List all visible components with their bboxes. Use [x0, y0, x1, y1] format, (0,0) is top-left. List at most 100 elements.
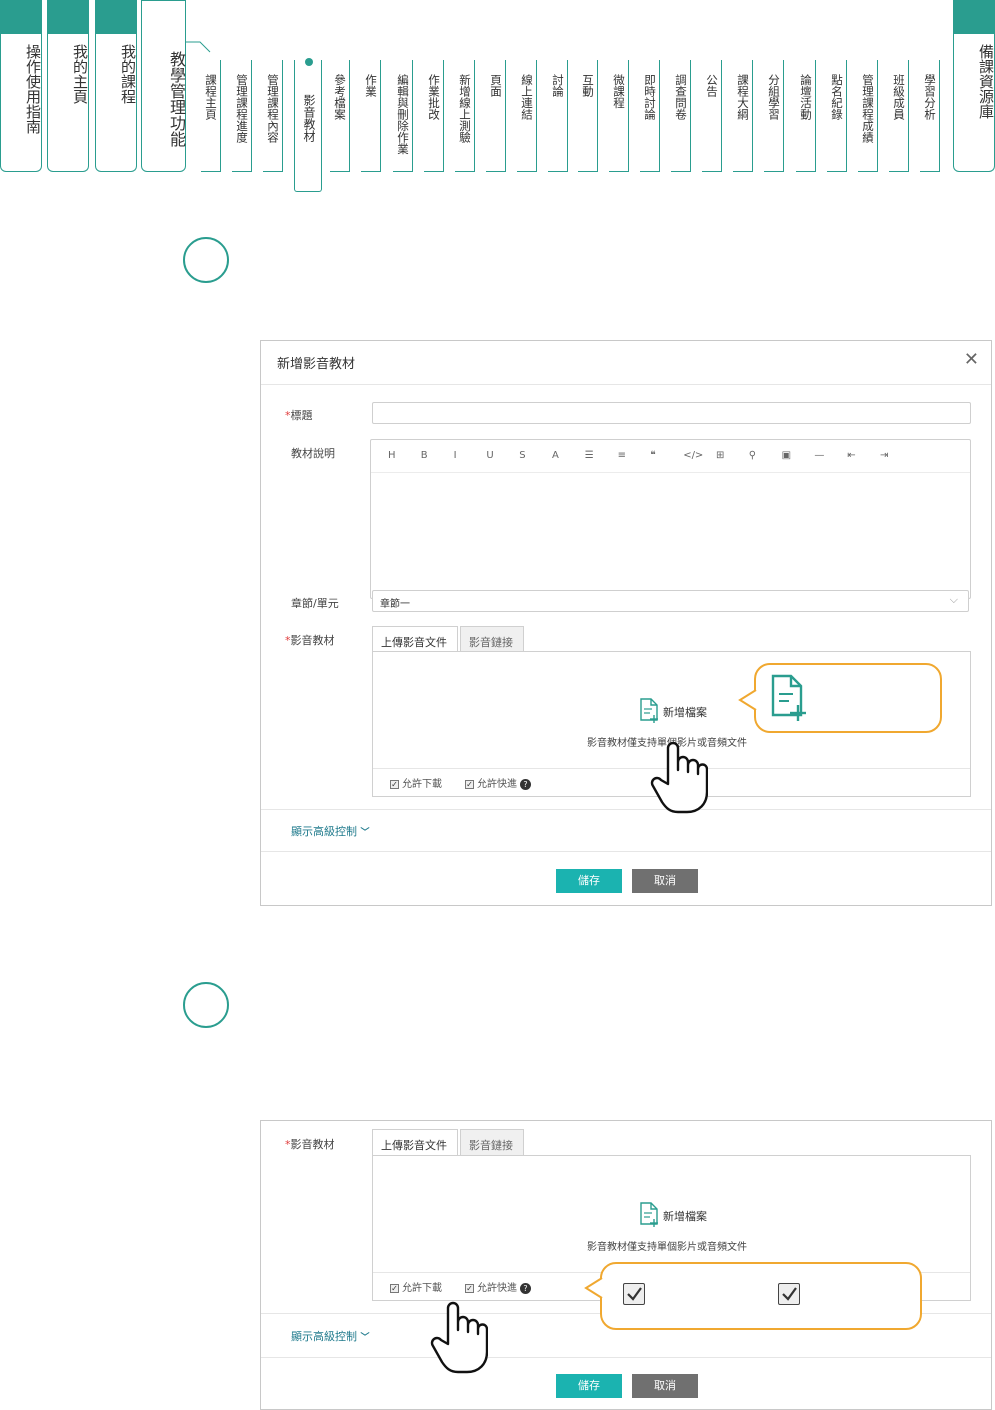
main-tab-guide[interactable]: 操作使用指南	[0, 0, 42, 172]
active-indicator-dot	[305, 58, 313, 66]
allow-download-checkbox[interactable]: ✓ 允許下載	[390, 775, 442, 790]
sub-tab-1[interactable]: 管理課程進度	[232, 60, 252, 172]
tab-label: 我的主頁	[48, 44, 89, 104]
toolbar-button-9[interactable]: </>	[683, 450, 703, 461]
sub-tab-label: 學習分析	[923, 74, 937, 120]
step-circle-2	[183, 982, 229, 1028]
allow-fastforward-checkbox[interactable]: ✓ 允許快進?	[465, 1279, 531, 1294]
chapter-select[interactable]: 章節一 ⌵	[372, 590, 969, 612]
callout-pointer	[584, 1277, 603, 1299]
hand-cursor-icon	[650, 741, 708, 814]
allow-download-label: 允許下載	[402, 1283, 442, 1294]
tab-link[interactable]: 影音鏈接	[460, 626, 524, 652]
toolbar-button-10[interactable]: ⊞	[716, 450, 724, 461]
big-checkbox-download	[623, 1283, 645, 1305]
tab-upload[interactable]: 上傳影音文件	[372, 626, 458, 652]
tab-cap	[96, 0, 136, 34]
sub-tab-label: 即時討論	[643, 74, 657, 120]
toolbar-button-8[interactable]: ❝	[650, 450, 655, 461]
add-media-dialog: 新增影音教材 ✕ *標題 教材說明 H B I U S A ☰ ≡ ❝ </> ⊞ ⚲ ▣ — ⇤ ⇥ 章節/…	[260, 340, 992, 906]
main-tab-resources[interactable]: 備課資源庫	[953, 0, 995, 172]
save-button[interactable]: 儲存	[556, 1374, 622, 1398]
sub-tab-14[interactable]: 即時討論	[640, 60, 660, 172]
sub-tab-13[interactable]: 微課程	[609, 60, 629, 172]
chevron-down-icon: ⌵	[949, 593, 958, 606]
toolbar-button-4[interactable]: S	[519, 450, 525, 461]
sub-tab-5[interactable]: 作業	[361, 60, 381, 172]
main-tab-home[interactable]: 我的主頁	[47, 0, 89, 172]
sub-tab-0[interactable]: 課程主頁	[201, 60, 221, 172]
main-tab-courses[interactable]: 我的課程	[95, 0, 137, 172]
sub-tab-6[interactable]: 編輯與刪除作業	[393, 60, 413, 172]
sub-tab-label: 互動	[581, 74, 595, 97]
toolbar-button-3[interactable]: U	[486, 450, 493, 461]
sub-tab-12[interactable]: 互動	[578, 60, 598, 172]
allow-download-checkbox[interactable]: ✓ 允許下載	[390, 1279, 442, 1294]
sub-tab-22[interactable]: 班級成員	[889, 60, 909, 172]
cancel-button[interactable]: 取消	[632, 869, 698, 893]
toolbar-button-2[interactable]: I	[454, 450, 457, 461]
sub-tab-11[interactable]: 討論	[548, 60, 568, 172]
checkbox-box: ✓	[465, 779, 474, 789]
upload-hint: 影音教材僅支持單個影片或音頻文件	[587, 1242, 747, 1253]
sub-tab-2[interactable]: 管理課程內容	[263, 60, 283, 172]
file-add-icon	[771, 674, 806, 721]
sub-tab-21[interactable]: 管理課程成績	[858, 60, 878, 172]
sub-tab-9[interactable]: 頁面	[486, 60, 506, 172]
toolbar-button-13[interactable]: —	[814, 450, 824, 461]
save-button[interactable]: 儲存	[556, 869, 622, 893]
sub-tab-label: 課程大綱	[736, 74, 750, 120]
sub-tab-4[interactable]: 參考檔案	[330, 60, 350, 172]
desc-label: 教材說明	[291, 447, 335, 460]
title-input[interactable]	[372, 402, 971, 424]
toolbar-button-5[interactable]: A	[552, 450, 559, 461]
sub-tab-16[interactable]: 公告	[702, 60, 722, 172]
toolbar-button-14[interactable]: ⇤	[847, 450, 855, 461]
sub-tab-8[interactable]: 新增線上測驗	[455, 60, 475, 172]
sub-tab-20[interactable]: 點名紀錄	[827, 60, 847, 172]
sub-tab-17[interactable]: 課程大綱	[733, 60, 753, 172]
divider	[261, 1357, 991, 1358]
add-file-link[interactable]: 新增檔案	[663, 704, 707, 720]
callout-add-file	[754, 663, 942, 733]
sub-tab-label: 線上連結	[520, 74, 534, 120]
sub-tab-18[interactable]: 分組學習	[764, 60, 784, 172]
advanced-toggle[interactable]: 顯示高級控制 ﹀	[291, 1328, 370, 1344]
sub-tab-10[interactable]: 線上連結	[517, 60, 537, 172]
main-tab-teaching-label: 教學管理功能	[167, 51, 186, 147]
main-tab-teaching[interactable]: 教學管理功能	[141, 0, 186, 172]
checkbox-box: ✓	[390, 779, 399, 789]
rich-text-editor[interactable]: H B I U S A ☰ ≡ ❝ </> ⊞ ⚲ ▣ — ⇤ ⇥	[370, 439, 971, 599]
toolbar-button-15[interactable]: ⇥	[880, 450, 888, 461]
toolbar-button-1[interactable]: B	[421, 450, 428, 461]
tab-cap	[1, 0, 41, 34]
toolbar-button-11[interactable]: ⚲	[749, 450, 756, 461]
sub-tab-15[interactable]: 調查問卷	[671, 60, 691, 172]
sub-tab-23[interactable]: 學習分析	[920, 60, 940, 172]
toolbar-button-7[interactable]: ≡	[618, 450, 626, 461]
sub-tab-3[interactable]: 影音教材	[294, 58, 322, 192]
toolbar-button-12[interactable]: ▣	[782, 450, 791, 461]
sub-tab-label: 討論	[551, 74, 565, 97]
sub-tab-label: 論壇活動	[799, 74, 813, 120]
tab-link[interactable]: 影音鏈接	[460, 1129, 524, 1155]
hand-cursor-icon	[430, 1301, 488, 1374]
help-icon[interactable]: ?	[520, 778, 531, 790]
close-icon[interactable]: ✕	[964, 351, 979, 369]
toolbar-button-6[interactable]: ☰	[585, 450, 594, 461]
sub-tab-7[interactable]: 作業批改	[424, 60, 444, 172]
help-icon[interactable]: ?	[520, 1282, 531, 1294]
tab-upload[interactable]: 上傳影音文件	[372, 1129, 458, 1155]
tab-label: 我的課程	[96, 44, 137, 104]
advanced-toggle[interactable]: 顯示高級控制 ﹀	[291, 823, 370, 839]
sub-tab-19[interactable]: 論壇活動	[796, 60, 816, 172]
file-add-icon	[640, 698, 658, 723]
allow-fastforward-checkbox[interactable]: ✓ 允許快進?	[465, 775, 531, 790]
sub-tab-label: 課程主頁	[204, 74, 218, 120]
media-label-text: 影音教材	[290, 1138, 335, 1151]
cancel-button[interactable]: 取消	[632, 1374, 698, 1398]
allow-fastforward-label: 允許快進	[477, 1283, 517, 1294]
toolbar-button-0[interactable]: H	[388, 450, 396, 461]
add-file-link[interactable]: 新增檔案	[663, 1208, 707, 1224]
checkbox-box: ✓	[465, 1283, 474, 1293]
